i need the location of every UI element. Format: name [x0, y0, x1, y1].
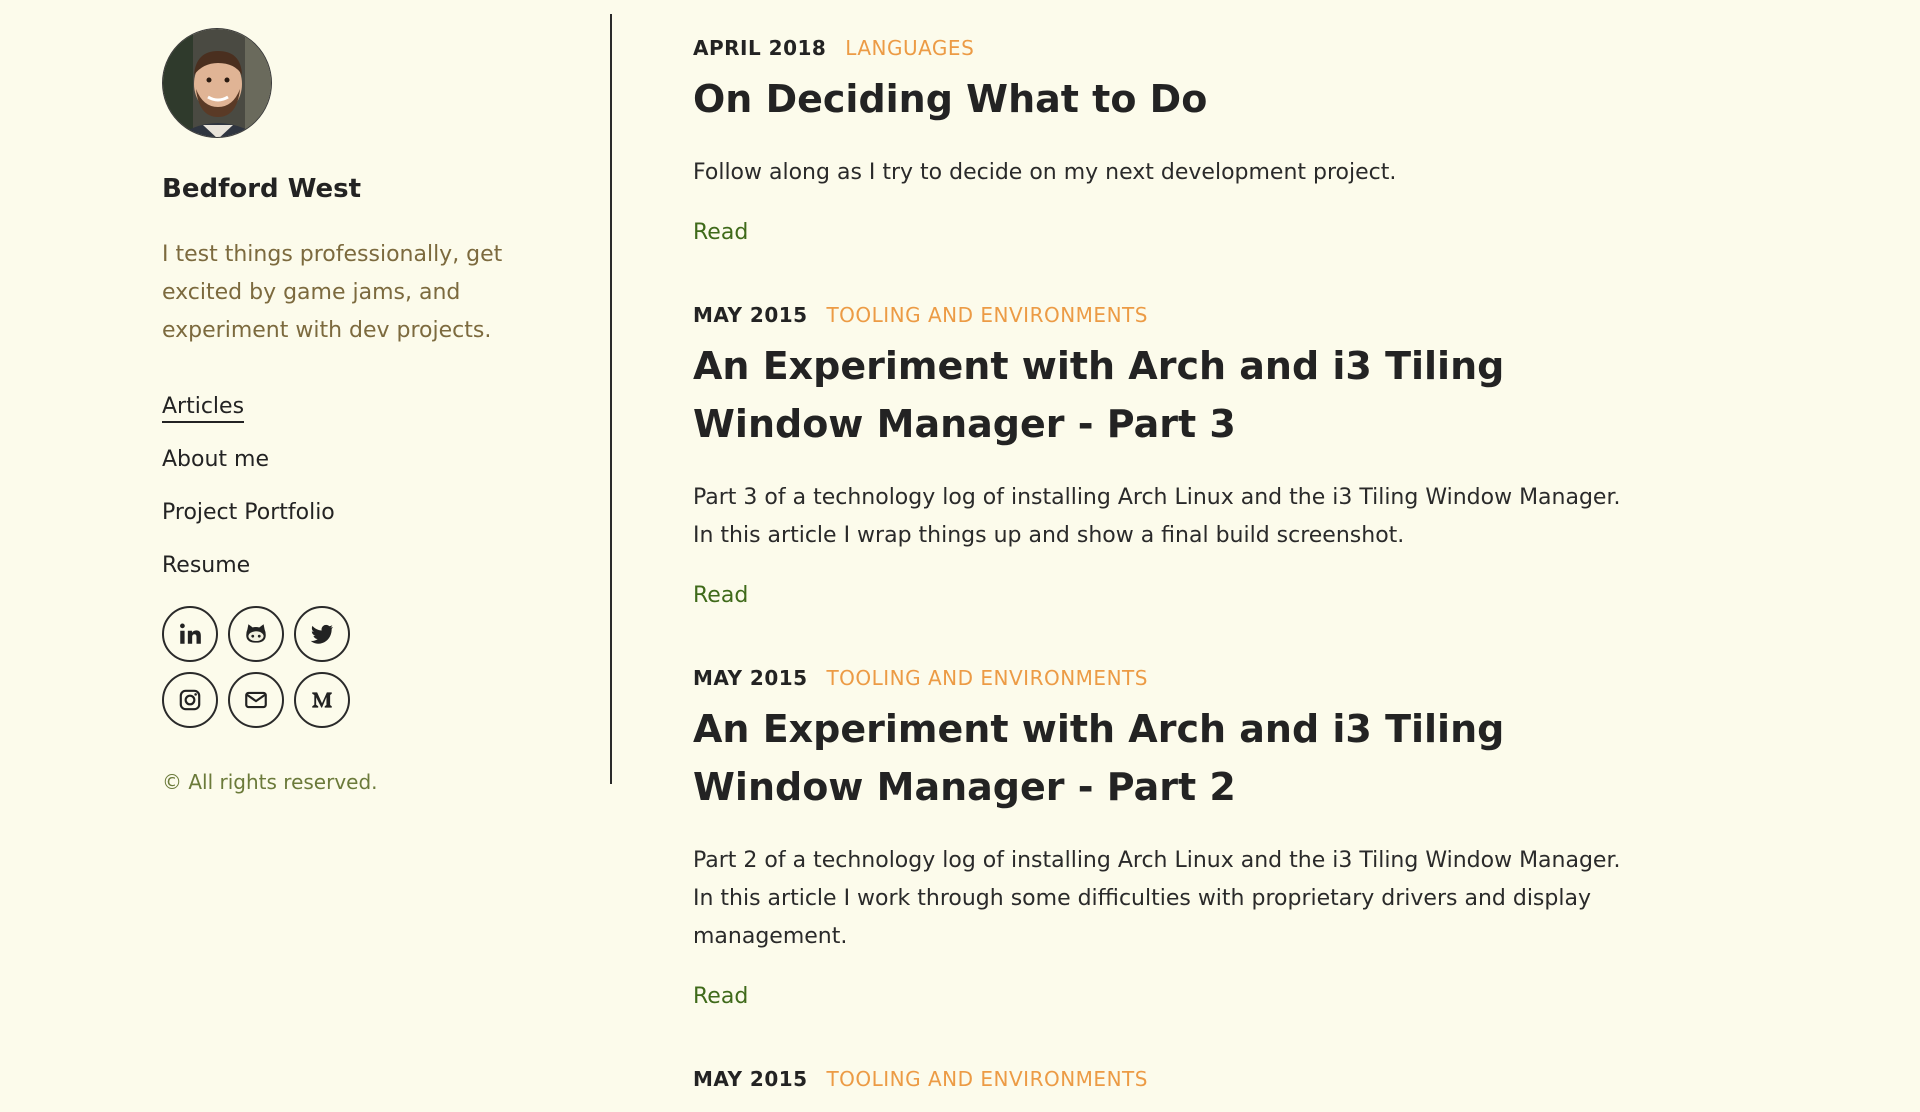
nav-about-me-label: About me [162, 447, 270, 472]
article-list: APRIL 2018 LANGUAGES On Deciding What to… [693, 34, 1633, 1112]
social-links [162, 606, 592, 728]
article-category[interactable]: TOOLING AND ENVIRONMENTS [826, 666, 1148, 690]
article-date: MAY 2015 [693, 1067, 808, 1091]
email-button[interactable] [228, 672, 284, 728]
nav-about-me[interactable]: About me [162, 433, 592, 486]
author-name: Bedford West [162, 174, 362, 204]
sidebar-divider [610, 14, 612, 784]
article-category[interactable]: TOOLING AND ENVIRONMENTS [826, 303, 1148, 327]
nav-articles[interactable]: Articles [162, 380, 592, 433]
instagram-icon [179, 689, 201, 711]
article-excerpt: Part 2 of a technology log of installing… [693, 848, 1621, 949]
article-date: MAY 2015 [693, 303, 808, 327]
article-meta: APRIL 2018 LANGUAGES [693, 34, 1633, 62]
medium-button[interactable] [294, 672, 350, 728]
nav-project-portfolio[interactable]: Project Portfolio [162, 486, 592, 539]
article-title[interactable]: An Experiment with Arch and i3 Tiling Wi… [693, 700, 1593, 816]
nav-project-portfolio-label: Project Portfolio [162, 500, 335, 525]
article-date: APRIL 2018 [693, 36, 827, 60]
article-meta: MAY 2015 TOOLING AND ENVIRONMENTS [693, 1065, 1633, 1093]
article-category[interactable]: TOOLING AND ENVIRONMENTS [826, 1067, 1148, 1091]
twitter-button[interactable] [294, 606, 350, 662]
linkedin-button[interactable] [162, 606, 218, 662]
copyright: © All rights reserved. [162, 770, 378, 794]
article-category[interactable]: LANGUAGES [845, 36, 974, 60]
avatar [162, 28, 272, 138]
nav-articles-label: Articles [162, 394, 245, 423]
article-title[interactable]: An Experiment with Arch and i3 Tiling Wi… [693, 337, 1593, 453]
article-item: MAY 2015 TOOLING AND ENVIRONMENTS [693, 1065, 1633, 1093]
article-title[interactable]: On Deciding What to Do [693, 70, 1593, 128]
read-link[interactable]: Read [693, 220, 748, 245]
author-bio: I test things professionally, get excite… [162, 242, 503, 343]
email-icon [245, 691, 267, 709]
sidebar: Bedford West I test things professionall… [162, 28, 592, 794]
article-date: MAY 2015 [693, 666, 808, 690]
read-link[interactable]: Read [693, 583, 748, 608]
instagram-button[interactable] [162, 672, 218, 728]
article-meta: MAY 2015 TOOLING AND ENVIRONMENTS [693, 664, 1633, 692]
nav-resume-label: Resume [162, 553, 251, 578]
article-item: APRIL 2018 LANGUAGES On Deciding What to… [693, 34, 1633, 245]
article-excerpt: Follow along as I try to decide on my ne… [693, 160, 1397, 185]
site-nav: Articles About me Project Portfolio Resu… [162, 380, 592, 592]
nav-resume[interactable]: Resume [162, 539, 592, 592]
read-link[interactable]: Read [693, 984, 748, 1009]
page: Bedford West I test things professionall… [0, 0, 1920, 1112]
article-meta: MAY 2015 TOOLING AND ENVIRONMENTS [693, 301, 1633, 329]
twitter-icon [310, 624, 333, 644]
article-item: MAY 2015 TOOLING AND ENVIRONMENTS An Exp… [693, 301, 1633, 608]
article-item: MAY 2015 TOOLING AND ENVIRONMENTS An Exp… [693, 664, 1633, 1009]
github-icon [246, 624, 266, 643]
github-button[interactable] [228, 606, 284, 662]
article-excerpt: Part 3 of a technology log of installing… [693, 485, 1621, 548]
medium-icon [312, 692, 332, 708]
linkedin-icon [180, 623, 201, 644]
